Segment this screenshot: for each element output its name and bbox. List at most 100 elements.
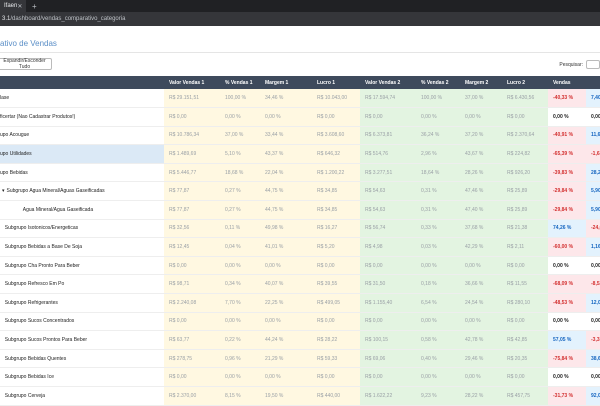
table-row[interactable]: Subgrupo Sucos Concentrados R$ 0,00 0,00 %… <box>0 312 600 332</box>
table-row[interactable]: ▾ Subgrupo Agua Mineral/Aguas Gaseificada… <box>0 181 600 202</box>
table-cell: 0,00 % <box>220 312 260 332</box>
variation-cell: 92,08 % <box>586 386 600 406</box>
table-cell: 49,98 % <box>260 219 312 239</box>
search-label: Pesquisar: <box>559 61 583 68</box>
table-cell: 43,67 % <box>460 144 502 164</box>
table-cell: 44,75 % <box>260 200 312 220</box>
table-cell: R$ 63,77 <box>164 330 220 350</box>
table-row[interactable]: Subgrupo Bebidas Quentes R$ 278,75 0,96 % 2… <box>0 349 600 369</box>
table-cell: 19,50 % <box>260 386 312 406</box>
address-bar[interactable]: 3.1/dashboard/vendas_comparativo_categor… <box>0 12 600 26</box>
column-header[interactable]: Margem 2 <box>460 76 502 89</box>
row-label: Subgrupo Sucos Concentrados <box>0 312 164 332</box>
table-cell: 0,00 % <box>260 312 312 332</box>
table-row[interactable]: lase R$ 29.151,51 100,00 % 34,46 % R$ 10.043… <box>0 89 600 109</box>
column-header[interactable] <box>586 76 600 89</box>
variation-cell: -3,31 % <box>586 330 600 350</box>
row-label: ficertar (Nao Cadastrar Produtos!) <box>0 107 164 127</box>
table-cell: R$ 926,20 <box>502 163 548 183</box>
table-cell: 0,00 % <box>416 312 460 332</box>
table-cell: R$ 69,06 <box>360 349 416 369</box>
table-cell: R$ 1.155,40 <box>360 293 416 313</box>
table-row[interactable]: Subgrupo Refresco Em Po R$ 98,71 0,34 % 40,… <box>0 274 600 295</box>
table-cell: R$ 0,00 <box>360 256 416 276</box>
table-cell: R$ 3.277,51 <box>360 163 416 183</box>
table-cell: R$ 77,87 <box>164 200 220 220</box>
table-cell: R$ 0,00 <box>164 367 220 387</box>
table-cell: R$ 10.043,00 <box>312 89 360 109</box>
table-row[interactable]: Subgrupo Refrigerantes R$ 2.240,08 7,70 % 2… <box>0 293 600 313</box>
table-cell: R$ 2.370,64 <box>502 126 548 146</box>
variation-cell: -60,00 % <box>548 237 586 257</box>
table-row[interactable]: Agua Mineral/Agua Gaseificada R$ 77,87 0,2… <box>0 200 600 220</box>
table-cell: R$ 4,98 <box>360 237 416 257</box>
table-row[interactable]: Subgrupo Bebidas a Base De Soja R$ 12,45 0… <box>0 237 600 257</box>
column-header[interactable]: Valor Vendas 1 <box>164 76 220 89</box>
expand-collapse-button[interactable]: Expandir/Esconder Tudo <box>0 58 52 70</box>
search-input[interactable] <box>586 60 600 69</box>
divider <box>0 52 600 53</box>
variation-cell: -39,83 % <box>548 163 586 183</box>
table-row[interactable]: Subgrupo Cha Pronto Para Beber R$ 0,00 0,0… <box>0 256 600 276</box>
row-label: upo Utilidades <box>0 144 164 164</box>
table-row[interactable]: upo Bebidas R$ 5.446,77 18,68 % 22,04 % R$ 1… <box>0 163 600 183</box>
table-row[interactable]: Subgrupo Cerveja R$ 2.370,00 8,15 % 19,50 %… <box>0 386 600 406</box>
column-header[interactable]: Valor Vendas 2 <box>360 76 416 89</box>
table-row[interactable]: Subgrupo Sucos Prontos Para Beber R$ 63,7… <box>0 330 600 350</box>
table-cell: R$ 2.240,08 <box>164 293 220 313</box>
table-row[interactable]: ficertar (Nao Cadastrar Produtos!) R$ 0,0… <box>0 107 600 127</box>
table-cell: 37,20 % <box>460 126 502 146</box>
row-label: Subgrupo Bebidas Ice <box>0 367 164 387</box>
row-label: Subgrupo Isotonicos/Energeticas <box>0 219 164 239</box>
table-cell: 0,00 % <box>220 107 260 127</box>
table-cell: R$ 280,10 <box>502 293 548 313</box>
table-cell: 18,68 % <box>220 163 260 183</box>
table-cell: R$ 6.373,81 <box>360 126 416 146</box>
variation-cell: -68,09 % <box>548 274 586 295</box>
table-cell: 24,54 % <box>460 293 502 313</box>
table-cell: 0,04 % <box>220 237 260 257</box>
table-cell: 0,58 % <box>416 330 460 350</box>
table-body: lase R$ 29.151,51 100,00 % 34,46 % R$ 10.043… <box>0 89 600 406</box>
table-cell: R$ 29.151,51 <box>164 89 220 109</box>
variation-cell: 5,90 % <box>586 181 600 202</box>
column-header[interactable]: Vendas <box>548 76 586 89</box>
table-row[interactable]: upo Acougue R$ 10.786,34 37,00 % 33,44 % R$ … <box>0 126 600 146</box>
table-cell: 0,34 % <box>220 274 260 295</box>
expand-caret-icon[interactable]: ▾ <box>2 188 5 194</box>
table-cell: 37,00 % <box>460 89 502 109</box>
table-cell: 0,33 % <box>416 219 460 239</box>
table-cell: R$ 1.489,69 <box>164 144 220 164</box>
variation-cell: 5,90 % <box>586 200 600 220</box>
search-area: Pesquisar: <box>559 60 600 69</box>
column-header[interactable]: % Vendas 1 <box>220 76 260 89</box>
column-header[interactable]: Margem 1 <box>260 76 312 89</box>
row-label: upo Acougue <box>0 126 164 146</box>
column-header[interactable]: Lucro 2 <box>502 76 548 89</box>
table-cell: R$ 0,00 <box>164 256 220 276</box>
column-header[interactable] <box>0 76 164 89</box>
table-cell: R$ 56,74 <box>360 219 416 239</box>
variation-cell: 0,00 % <box>548 107 586 127</box>
table-cell: R$ 5.446,77 <box>164 163 220 183</box>
table-row[interactable]: Subgrupo Bebidas Ice R$ 0,00 0,00 % 0,00 % R… <box>0 367 600 387</box>
table-cell: 0,00 % <box>460 107 502 127</box>
variation-cell: -29,84 % <box>548 200 586 220</box>
browser-tab[interactable]: Ifaen ✕ <box>0 0 26 12</box>
variation-cell: -1,63 % <box>586 144 600 164</box>
column-header[interactable]: % Vendas 2 <box>416 76 460 89</box>
variation-cell: 1,16 % <box>586 237 600 257</box>
table-cell: R$ 0,00 <box>502 107 548 127</box>
table-row[interactable]: Subgrupo Isotonicos/Energeticas R$ 32,56 0… <box>0 219 600 239</box>
variation-cell: -8,52 % <box>586 274 600 295</box>
table-cell: 0,00 % <box>416 107 460 127</box>
table-cell: R$ 0,00 <box>502 312 548 332</box>
new-tab-icon[interactable]: + <box>32 2 37 11</box>
table-cell: 0,00 % <box>460 256 502 276</box>
table-cell: R$ 34,85 <box>312 181 360 202</box>
table-row[interactable]: upo Utilidades R$ 1.489,69 5,10 % 43,37 % R$… <box>0 144 600 164</box>
column-header[interactable]: Lucro 1 <box>312 76 360 89</box>
variation-cell: -65,39 % <box>548 144 586 164</box>
table-cell: R$ 54,63 <box>360 181 416 202</box>
close-tab-icon[interactable]: ✕ <box>17 3 22 10</box>
